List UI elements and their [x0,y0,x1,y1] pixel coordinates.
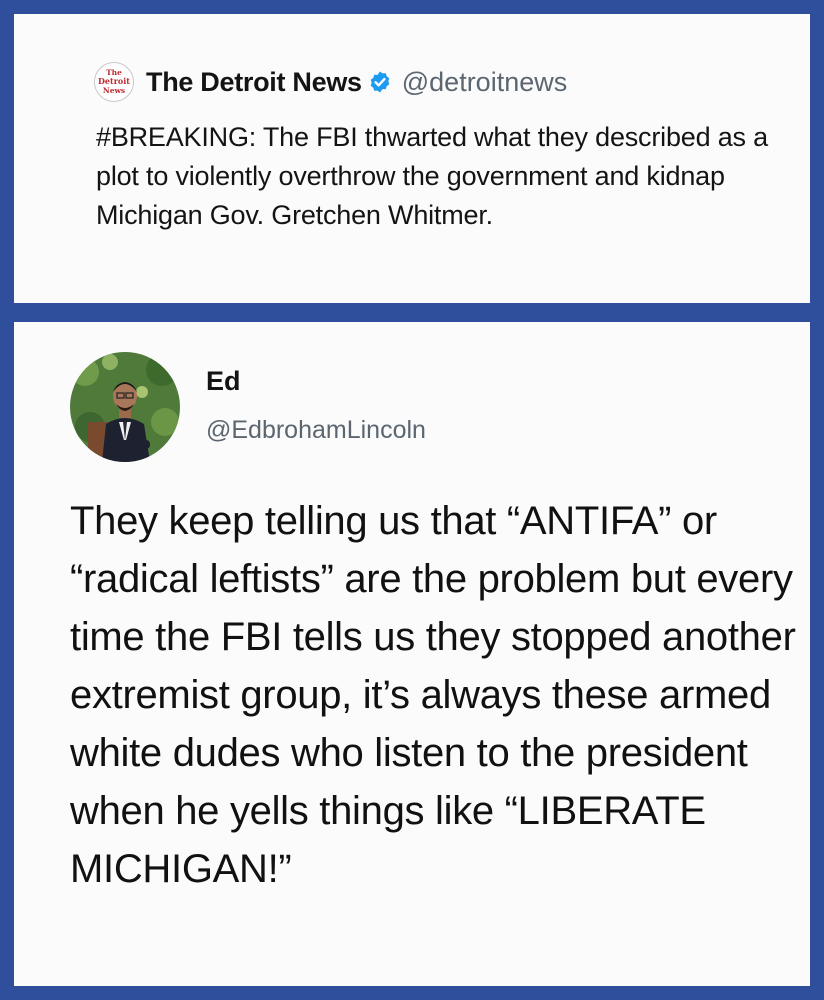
ed-tweet-card: Ed @EdbrohamLincoln They keep telling us… [14,322,810,986]
svg-text:News: News [103,86,125,95]
verified-badge-icon [368,70,392,94]
account-handle[interactable]: @EdbrohamLincoln [206,416,426,445]
tweet-text: #BREAKING: The FBI thwarted what they de… [96,122,768,230]
account-name[interactable]: Ed [206,366,241,397]
svg-text:Detroit: Detroit [98,76,130,86]
account-name[interactable]: The Detroit News [146,67,362,98]
account-handle[interactable]: @detroitnews [402,67,567,98]
tweet-text: They keep telling us that “ANTIFA” or “r… [70,499,796,891]
detroit-news-logo-icon[interactable]: The Detroit News [94,62,134,102]
detroit-news-tweet-card: The Detroit News The Detroit News @detro… [14,14,810,303]
avatar[interactable] [70,352,180,462]
tweet-header: The Detroit News The Detroit News @detro… [94,62,567,102]
